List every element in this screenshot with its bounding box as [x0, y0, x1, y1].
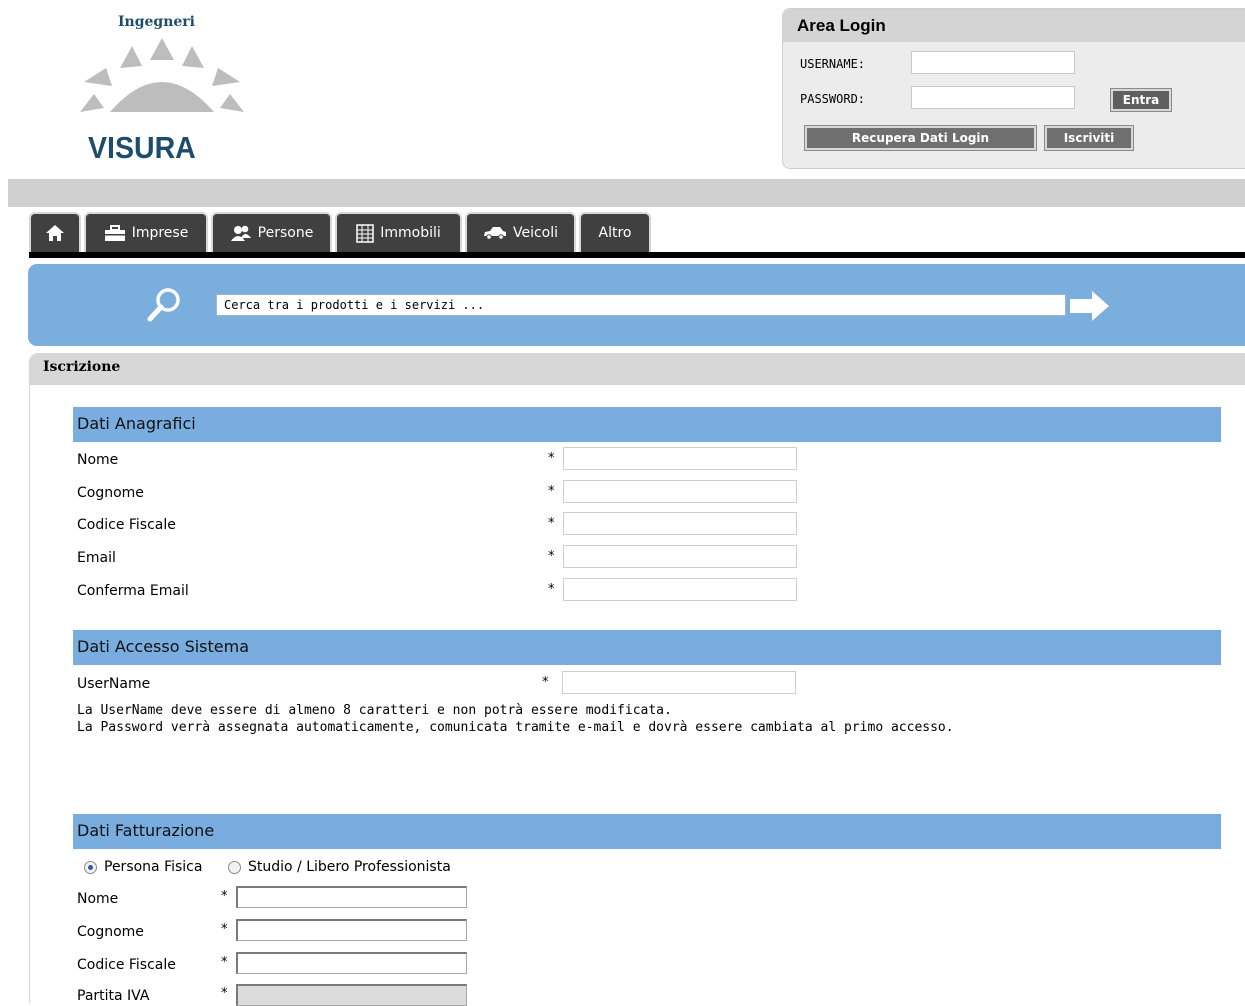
anag-codice-fiscale-input[interactable] — [563, 512, 797, 535]
tab-home[interactable] — [29, 212, 81, 252]
login-panel: Area Login USERNAME: PASSWORD: Entra Rec… — [782, 8, 1245, 169]
logo-top-text: Ingegneri — [118, 14, 195, 30]
login-title: Area Login — [797, 16, 886, 35]
required-mark: * — [548, 516, 555, 531]
tab-altro-label: Altro — [598, 225, 632, 241]
header-band — [8, 179, 1245, 207]
anag-email-input[interactable] — [563, 545, 797, 568]
radio-persona-fisica[interactable] — [84, 861, 97, 874]
anag-conferma-email-input[interactable] — [563, 578, 797, 601]
tab-immobili[interactable]: Immobili — [335, 212, 462, 252]
radio-studio-professionista-label: Studio / Libero Professionista — [248, 859, 451, 875]
fatt-cognome-input[interactable] — [236, 919, 467, 941]
fatt-cognome-label: Cognome — [77, 924, 144, 940]
fatt-codice-fiscale-label: Codice Fiscale — [77, 957, 176, 973]
register-button[interactable]: Iscriviti — [1044, 125, 1134, 151]
anag-email-label: Email — [77, 550, 116, 566]
section-fatturazione-title: Dati Fatturazione — [77, 821, 215, 840]
required-mark: * — [221, 922, 228, 937]
tab-imprese[interactable]: Imprese — [84, 212, 208, 252]
tab-persone[interactable]: Persone — [211, 212, 332, 252]
radio-studio-professionista[interactable] — [228, 861, 241, 874]
anag-conferma-email-label: Conferma Email — [77, 583, 189, 599]
login-password-input[interactable] — [911, 86, 1075, 109]
anag-cognome-input[interactable] — [563, 480, 797, 503]
home-icon — [46, 225, 64, 241]
required-mark: * — [221, 889, 228, 904]
radio-persona-fisica-label: Persona Fisica — [104, 859, 203, 875]
recover-login-button[interactable]: Recupera Dati Login — [804, 125, 1037, 151]
nav-underline — [29, 252, 1245, 258]
panel-header — [29, 353, 1245, 385]
tab-imprese-label: Imprese — [131, 225, 189, 241]
login-enter-button[interactable]: Entra — [1110, 88, 1172, 112]
required-mark: * — [221, 955, 228, 970]
search-input[interactable]: Cerca tra i prodotti e i servizi ... — [216, 294, 1066, 316]
anag-codice-fiscale-label: Codice Fiscale — [77, 517, 176, 533]
username-rule-note: La UserName deve essere di almeno 8 cara… — [77, 703, 672, 718]
required-mark: * — [548, 549, 555, 564]
building-icon — [356, 223, 374, 243]
tab-veicoli-label: Veicoli — [512, 225, 559, 241]
password-label: PASSWORD: — [800, 92, 866, 106]
tab-immobili-label: Immobili — [380, 225, 441, 241]
car-icon — [483, 227, 506, 240]
required-mark: * — [548, 484, 555, 499]
anag-nome-input[interactable] — [563, 447, 797, 470]
accesso-username-input[interactable] — [562, 671, 796, 694]
username-label: USERNAME: — [800, 57, 866, 71]
section-anagrafici-title: Dati Anagrafici — [77, 414, 196, 433]
tab-veicoli[interactable]: Veicoli — [465, 212, 576, 252]
panel-body — [29, 385, 1245, 1003]
section-accesso-title: Dati Accesso Sistema — [77, 637, 250, 656]
section-anagrafici-header: Dati Anagrafici — [73, 407, 1221, 442]
tab-persone-label: Persone — [257, 225, 314, 241]
fatt-nome-input[interactable] — [236, 886, 467, 908]
fatt-codice-fiscale-input[interactable] — [236, 952, 467, 974]
panel-title: Iscrizione — [43, 359, 121, 375]
required-mark: * — [548, 451, 555, 466]
required-mark: * — [548, 582, 555, 597]
accesso-username-label: UserName — [77, 676, 151, 692]
people-icon — [230, 225, 251, 241]
anag-nome-label: Nome — [77, 452, 119, 468]
fatt-partita-iva-label: Partita IVA — [77, 988, 150, 1004]
logo-bottom-text: VISURA — [88, 130, 196, 165]
briefcase-icon — [104, 224, 125, 241]
password-rule-note: La Password verrà assegnata automaticame… — [77, 720, 954, 735]
arrow-right-icon[interactable] — [1070, 290, 1110, 322]
logo-sunburst-icon — [80, 38, 244, 112]
anag-cognome-label: Cognome — [77, 485, 144, 501]
required-mark: * — [221, 986, 228, 1001]
section-fatturazione-header: Dati Fatturazione — [73, 814, 1221, 849]
fatt-nome-label: Nome — [77, 891, 119, 907]
section-accesso-header: Dati Accesso Sistema — [73, 630, 1221, 665]
required-mark: * — [542, 675, 549, 690]
tab-altro[interactable]: Altro — [579, 212, 651, 252]
search-icon — [147, 288, 180, 322]
login-header: Area Login — [783, 9, 1245, 42]
login-username-input[interactable] — [911, 51, 1075, 74]
